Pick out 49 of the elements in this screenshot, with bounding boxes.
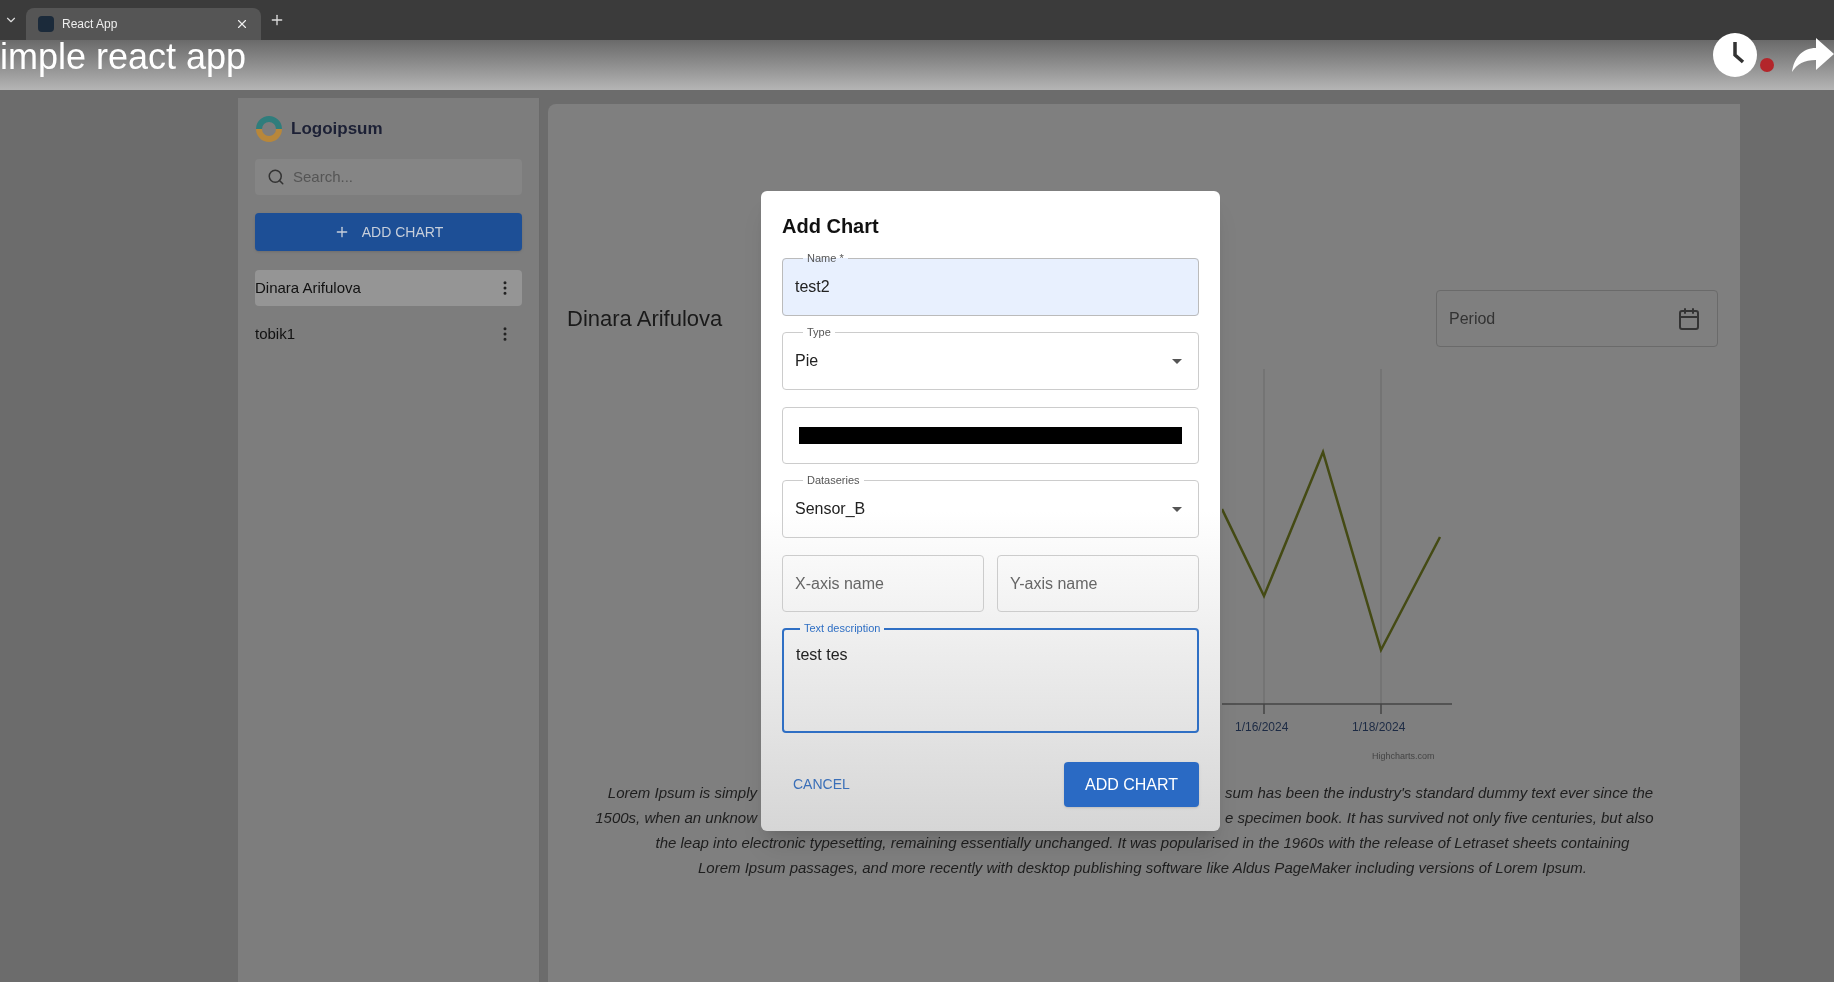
description-text: 1500s, when an unknow: [595, 810, 757, 826]
logo-text: Logoipsum: [291, 118, 383, 141]
description-text: the leap into electronic typesetting, remaining essentially unchanged. It was popularised in the 1960s with the release of Letraset sheets containing: [655, 835, 1630, 851]
dialog-title: Add Chart: [782, 214, 880, 239]
field-label: Text description: [803, 622, 882, 635]
description-text: Lorem Ipsum is simply: [607, 785, 757, 801]
x-axis-label: 1/16/2024: [1235, 719, 1289, 736]
chart-name: Dinara Arifulova: [255, 277, 361, 298]
axis-placeholder: X-axis name: [795, 573, 884, 594]
field-label: Dataseries: [806, 474, 861, 487]
share-arrow-icon[interactable]: [1792, 36, 1834, 74]
add-chart-button[interactable]: ADD CHART: [1064, 762, 1199, 807]
select-value: Pie: [795, 351, 819, 371]
field-label: Type: [806, 326, 832, 339]
period-placeholder: Period: [1449, 308, 1496, 329]
x-axis-label: 1/18/2024: [1352, 719, 1406, 736]
period-field[interactable]: Period: [1436, 290, 1718, 347]
browser-tab[interactable]: React App: [26, 8, 261, 40]
calendar-icon[interactable]: [1677, 306, 1701, 331]
clock-icon[interactable]: [1712, 32, 1758, 78]
close-icon[interactable]: [235, 17, 249, 31]
select-field[interactable]: Dataseries Sensor_B: [782, 474, 1199, 538]
chart-name: tobik1: [255, 323, 296, 344]
chart-title: Dinara Arifulova: [567, 305, 723, 333]
description-text: sum has been the industry's standard dummy text ever since the: [1225, 785, 1654, 801]
add-chart-button[interactable]: ADD CHART: [255, 213, 522, 251]
description-text: e specimen book. It has survived not only five centuries, but also: [1225, 810, 1654, 826]
cancel-button[interactable]: CANCEL: [789, 766, 854, 803]
color-field[interactable]: [782, 407, 1199, 464]
field-value: test tes: [796, 645, 849, 665]
axis-placeholder: Y-axis name: [1010, 573, 1098, 594]
description-field[interactable]: Text description test tes: [782, 622, 1199, 733]
select-field[interactable]: Type Pie: [782, 326, 1199, 390]
react-logo-icon: [38, 16, 54, 32]
caret-icon: [1172, 358, 1182, 364]
tab-title: React App: [62, 16, 119, 33]
field-value: test2: [795, 277, 830, 297]
select-value: Sensor_B: [795, 499, 866, 519]
chart-list-item[interactable]: tobik1: [255, 316, 522, 352]
logo-icon: [255, 115, 283, 143]
new-tab-icon[interactable]: [269, 12, 285, 28]
description-text: Lorem Ipsum passages, and more recently with desktop publishing software like Aldus PageMaker including versions of Lorem Ipsum.: [697, 860, 1588, 876]
axis-name-field[interactable]: X-axis name: [782, 555, 984, 612]
chart-list-item[interactable]: Dinara Arifulova: [255, 270, 522, 306]
search-icon: [267, 168, 285, 186]
name-field[interactable]: Name * test2: [782, 252, 1199, 316]
field-label: Name *: [806, 252, 845, 265]
axis-name-field[interactable]: Y-axis name: [997, 555, 1199, 612]
caret-icon: [1172, 506, 1182, 512]
